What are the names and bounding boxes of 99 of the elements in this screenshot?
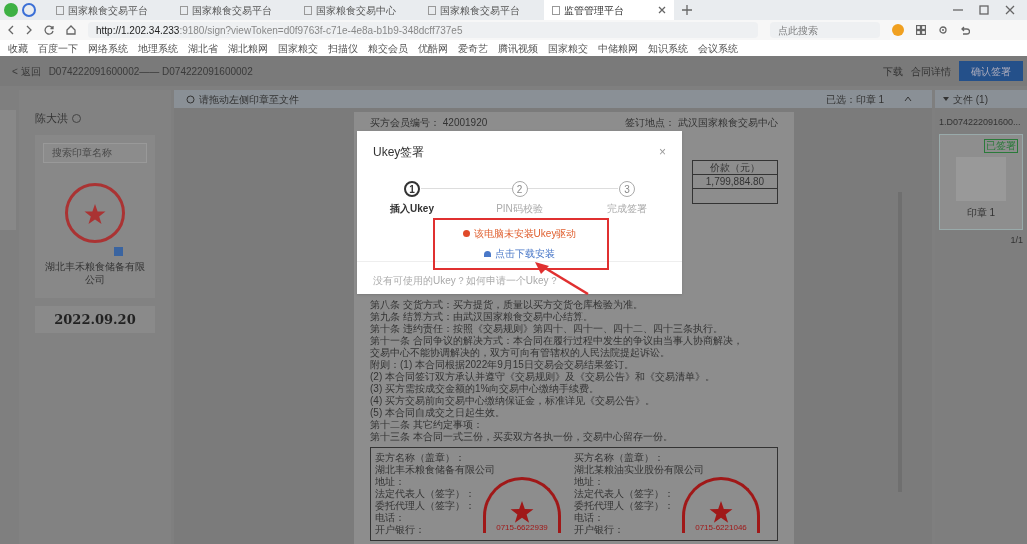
reload-icon[interactable] xyxy=(44,25,54,35)
page-icon xyxy=(56,5,64,15)
signature-text: 买方名称（盖章）： xyxy=(574,452,664,464)
collapse-icon[interactable] xyxy=(904,96,912,102)
spinner-icon xyxy=(186,94,195,104)
file-name: 1.D074222091600... xyxy=(938,116,1022,129)
bookmark-link[interactable]: 扫描仪 xyxy=(328,40,358,56)
signature-text: 委托代理人（签字）： xyxy=(574,500,674,512)
error-message: 该电脑未安装Ukey驱动 xyxy=(473,227,577,241)
signature-text: 电话： xyxy=(574,512,604,524)
thumbnail-caption: 印章 1 xyxy=(966,205,996,220)
step-label: PIN码校验 xyxy=(496,202,543,216)
search-field[interactable]: 点此搜索 xyxy=(770,22,880,38)
bookmark-link[interactable]: 百度一下 xyxy=(38,40,78,56)
bookmark-link[interactable]: 优酷网 xyxy=(418,40,448,56)
signature-text: 委托代理人（签字）： xyxy=(375,500,475,512)
bookmark-link[interactable]: 爱奇艺 xyxy=(458,40,488,56)
seal-phone: 0715-6622939 xyxy=(496,523,548,533)
settings-icon[interactable] xyxy=(938,25,948,35)
document-text: 交易中心不能协调解决的，双方可向有管辖权的人民法院提起诉讼。 xyxy=(370,347,670,359)
signature-text: 电话： xyxy=(375,512,405,524)
bookmark-link[interactable]: 国家粮交 xyxy=(278,40,318,56)
browser-logo-icon xyxy=(4,3,18,17)
download-icon xyxy=(484,250,491,257)
document-text: 附则：(1) 本合同根据2022年9月15日交易会交易结果签订。 xyxy=(370,359,634,371)
bookmark-link[interactable]: 中储粮网 xyxy=(598,40,638,56)
dialog-title: Ukey签署 xyxy=(373,144,425,161)
browser-tab[interactable]: 国家粮食交易平台 xyxy=(48,0,168,20)
browser-tab[interactable]: 国家粮食交易平台 xyxy=(172,0,292,20)
bookmark-link[interactable]: 腾讯视频 xyxy=(498,40,538,56)
new-tab-icon[interactable] xyxy=(682,5,692,15)
download-link[interactable]: 点击下载安装 xyxy=(495,246,555,261)
signature-text: 地址： xyxy=(375,476,405,488)
table-cell: 价款（元） xyxy=(693,161,777,175)
document-text: (2) 本合同签订双方承认并遵守《交易规则》及《交易公告》和《交易清单》。 xyxy=(370,371,715,383)
signature-text: 法定代表人（签字）： xyxy=(574,488,674,500)
seal-phone: 0715-6221046 xyxy=(695,523,747,533)
step-label: 插入Ukey xyxy=(390,202,434,216)
address-field[interactable]: http://1.202.34.233:9180/sign?viewToken=d0f9763f-c71e-4e8a-b1b9-348dcff737e5 xyxy=(88,22,758,38)
page-icon xyxy=(304,5,312,15)
bookmark-link[interactable]: 湖北省 xyxy=(188,40,218,56)
confirm-sign-button[interactable]: 确认签署 xyxy=(959,61,1023,81)
page-icon xyxy=(552,5,560,15)
signature-text: 开户银行： xyxy=(375,524,425,536)
drag-hint: 请拖动左侧印章至文件 xyxy=(199,92,299,107)
star-icon xyxy=(709,499,733,523)
selected-seal-label: 已选：印章 1 xyxy=(825,92,884,107)
star-icon xyxy=(510,499,534,523)
signature-text: 卖方名称（盖章）： xyxy=(375,452,465,464)
files-title: 文件 (1) xyxy=(953,92,988,107)
bookmark-link[interactable]: 地理系统 xyxy=(138,40,178,56)
step-number: 1 xyxy=(404,181,420,197)
signature-text: 湖北某粮油实业股份有限公司 xyxy=(574,464,704,476)
signature-text: 法定代表人（签字）： xyxy=(375,488,475,500)
page-icon xyxy=(428,5,436,15)
signature-text: 湖北丰禾粮食储备有限公司 xyxy=(375,464,495,476)
browser-tab[interactable]: 监管管理平台 xyxy=(544,0,674,20)
signature-text: 开户银行： xyxy=(574,524,624,536)
signature-text: 地址： xyxy=(574,476,604,488)
maximize-icon[interactable] xyxy=(979,5,989,15)
page-icon xyxy=(180,5,188,15)
step-number: 2 xyxy=(511,181,528,197)
bookmark-link[interactable]: 网络系统 xyxy=(88,40,128,56)
caret-icon[interactable] xyxy=(943,97,949,101)
document-text: 买方会员编号： 42001920 xyxy=(370,115,488,130)
contract-title: D074222091600002—— D074222091600002 xyxy=(48,64,253,79)
close-icon[interactable] xyxy=(658,6,666,14)
file-thumbnail[interactable]: 已签署 印章 1 xyxy=(939,133,1023,230)
signed-badge: 已签署 xyxy=(984,138,1018,153)
bookmark-link[interactable]: 湖北粮网 xyxy=(228,40,268,56)
lock-icon xyxy=(114,246,123,256)
error-icon xyxy=(462,230,470,237)
document-text: (4) 买方交易前向交易中心缴纳保证金，标准详见《交易公告》。 xyxy=(370,395,655,407)
document-text: (3) 买方需按成交金额的1%向交易中心缴纳手续费。 xyxy=(370,383,600,395)
document-text: 第八条 交货方式：买方提货，质量以买方交货仓库检验为准。 xyxy=(370,299,643,311)
home-icon[interactable] xyxy=(66,25,76,35)
step-label: 完成签署 xyxy=(607,202,647,216)
seal-search-field[interactable]: 搜索印章名称 xyxy=(43,142,147,163)
seal-date[interactable]: 2022.09.20 xyxy=(35,305,155,333)
table-cell: 1,799,884.80 xyxy=(693,175,777,189)
bookmark-link[interactable]: 会议系统 xyxy=(698,40,738,56)
document-text: (5) 本合同自成交之日起生效。 xyxy=(370,407,505,419)
bookmark-link[interactable]: 国家粮交 xyxy=(548,40,588,56)
browser-tab[interactable]: 国家粮食交易平台 xyxy=(420,0,540,20)
browser-tab[interactable]: 国家粮食交易中心 xyxy=(296,0,416,20)
undo-icon[interactable] xyxy=(960,25,970,35)
bookmark-link[interactable]: 粮交会员 xyxy=(368,40,408,56)
user-name: 陈大洪 xyxy=(35,111,68,126)
page-count: 1/1 xyxy=(1010,233,1024,247)
grid-icon[interactable] xyxy=(916,25,926,35)
back-icon[interactable] xyxy=(8,25,14,35)
document-text: 第九条 结算方式：由武汉国家粮食交易中心结算。 xyxy=(370,311,593,323)
forward-icon[interactable] xyxy=(26,25,32,35)
seal-name: 湖北丰禾粮食储备有限公司 xyxy=(45,259,145,286)
bookmark-link[interactable]: 收藏 xyxy=(8,40,28,56)
document-text: 签订地点： 武汉国家粮食交易中心 xyxy=(625,115,778,130)
bookmark-link[interactable]: 知识系统 xyxy=(648,40,688,56)
close-icon[interactable] xyxy=(1005,5,1015,15)
step-number: 3 xyxy=(619,181,635,197)
